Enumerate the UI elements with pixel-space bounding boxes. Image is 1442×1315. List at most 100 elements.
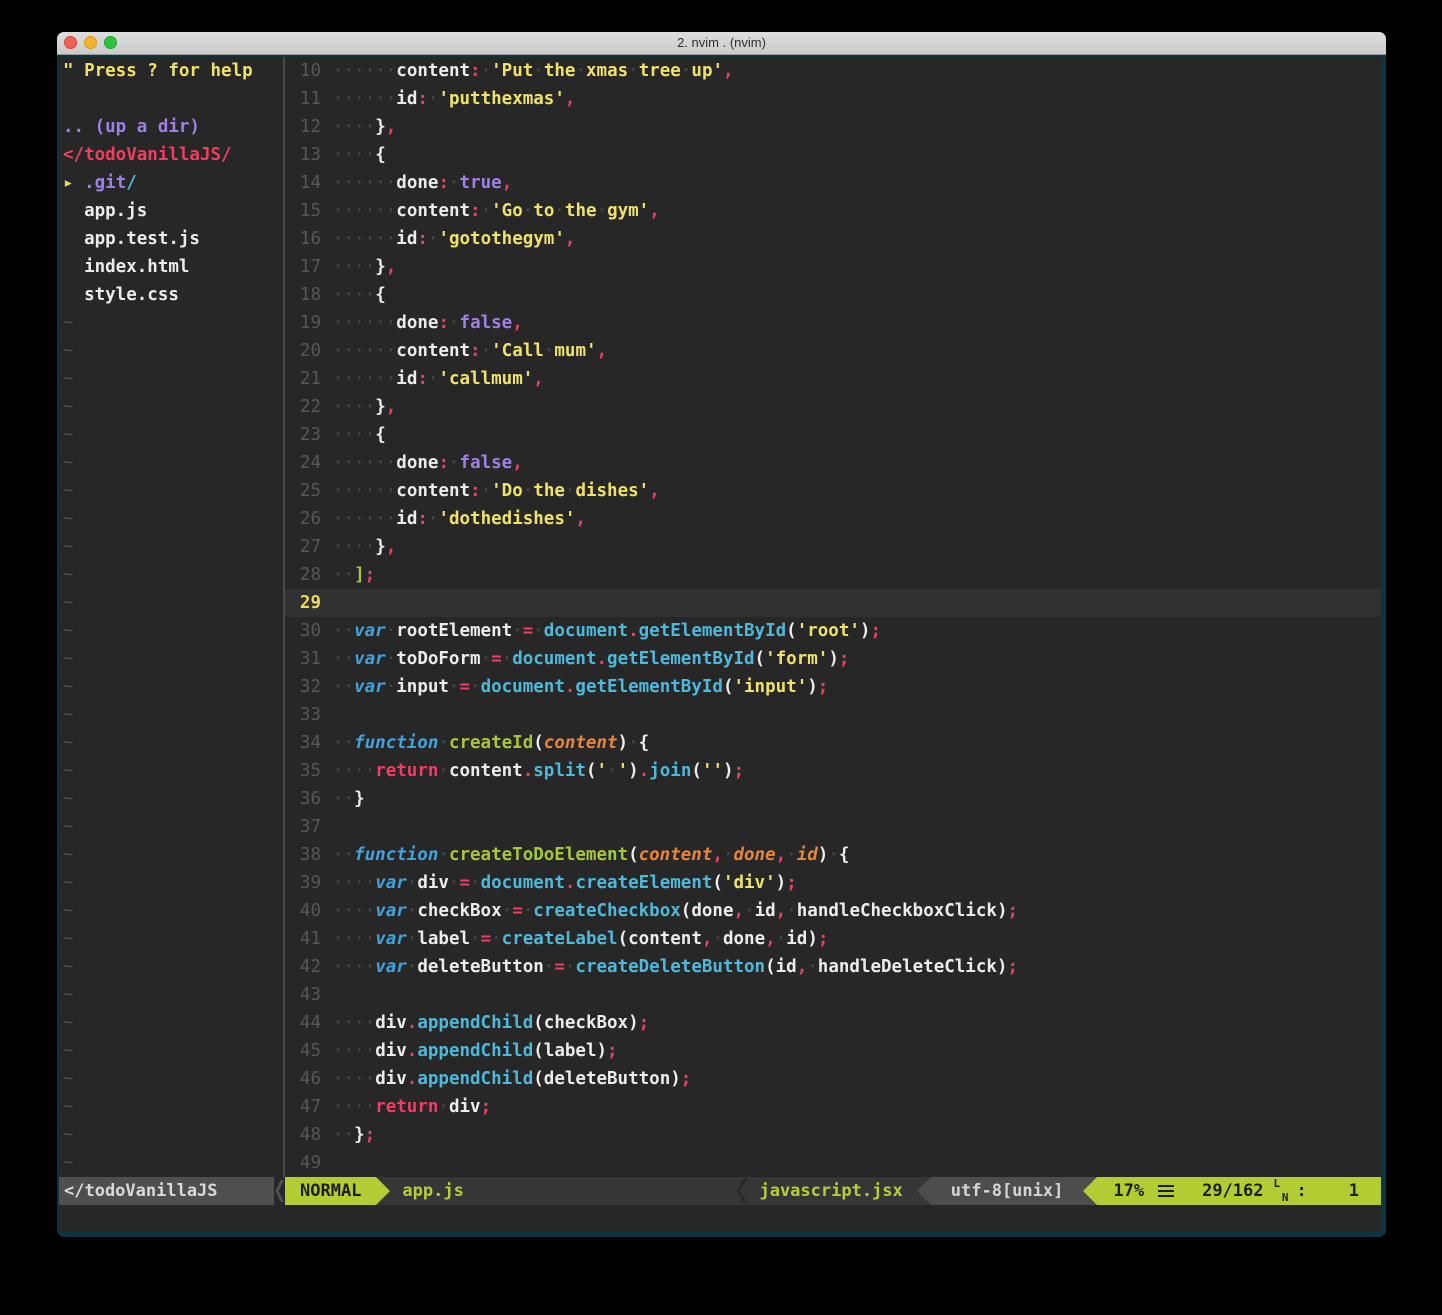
line-text: ····{: [333, 421, 386, 449]
code-line[interactable]: 49: [285, 1149, 1381, 1177]
line-number: 13: [285, 141, 321, 169]
line-number: 26: [285, 505, 321, 533]
code-line[interactable]: 46 ····div.appendChild(deleteButton);: [285, 1065, 1381, 1093]
code-line[interactable]: 34··function·createId(content)·{: [285, 729, 1381, 757]
code-line[interactable]: 16······id:·'gotothegym',: [285, 225, 1381, 253]
window-title: 2. nvim . (nvim): [57, 32, 1386, 54]
empty-buffer-tilde: ~: [63, 477, 283, 505]
code-line[interactable]: 37: [285, 813, 1381, 841]
line-number: 46: [285, 1065, 321, 1093]
code-buffer[interactable]: 10······content:·'Put·the·xmas·tree·up',…: [285, 57, 1381, 1177]
code-line[interactable]: 41····var·label·=·createLabel(content,·d…: [285, 925, 1381, 953]
code-line[interactable]: 13····{: [285, 141, 1381, 169]
netrw-file-appjs[interactable]: app.js: [63, 197, 283, 225]
code-line[interactable]: 27····},: [285, 533, 1381, 561]
code-line-cursor[interactable]: 29: [285, 589, 1381, 617]
line-number: 28: [285, 561, 321, 589]
code-line[interactable]: 21······id:·'callmum',: [285, 365, 1381, 393]
line-text: ······done:·false,: [333, 309, 523, 337]
line-text: ····},: [333, 533, 396, 561]
sidebar-statusline-label: </todoVanillaJS: [59, 1177, 274, 1205]
empty-buffer-tilde: ~: [63, 1121, 283, 1149]
powerline-arrow-right-icon: [376, 1177, 390, 1205]
code-line[interactable]: 30··var·rootElement·=·document.getElemen…: [285, 617, 1381, 645]
line-number: 16: [285, 225, 321, 253]
code-line[interactable]: 39····var·div·=·document.createElement('…: [285, 869, 1381, 897]
line-text: ······done:·false,: [333, 449, 523, 477]
code-line[interactable]: 18····{: [285, 281, 1381, 309]
netrw-file-style[interactable]: style.css: [63, 281, 283, 309]
code-line[interactable]: 17····},: [285, 253, 1381, 281]
command-line: [59, 1205, 1381, 1232]
empty-buffer-tilde: ~: [63, 1009, 283, 1037]
line-text: ··function·createToDoElement(content,·do…: [333, 841, 849, 869]
code-line[interactable]: 12····},: [285, 113, 1381, 141]
empty-buffer-tilde: ~: [63, 505, 283, 533]
position-segment: 17% 29/162 LN : 1: [1097, 1177, 1381, 1205]
empty-buffer-tilde: ~: [63, 393, 283, 421]
line-number: 19: [285, 309, 321, 337]
code-line[interactable]: 23····{: [285, 421, 1381, 449]
code-line[interactable]: 25······content:·'Do·the·dishes',: [285, 477, 1381, 505]
empty-buffer-tilde: ~: [63, 449, 283, 477]
empty-buffer-tilde: ~: [63, 841, 283, 869]
code-line[interactable]: 10······content:·'Put·the·xmas·tree·up',: [285, 57, 1381, 85]
code-line[interactable]: 24······done:·false,: [285, 449, 1381, 477]
line-text: ··function·createId(content)·{: [333, 729, 649, 757]
netrw-tree-root: </todoVanillaJS/: [63, 141, 283, 169]
line-text: ····},: [333, 393, 396, 421]
code-line[interactable]: 36··}: [285, 785, 1381, 813]
line-text: ····return·content.split('·').join('');: [333, 757, 744, 785]
titlebar[interactable]: 2. nvim . (nvim): [57, 32, 1386, 55]
code-line[interactable]: 11······id:·'putthexmas',: [285, 85, 1381, 113]
netrw-dir-git[interactable]: ▸ .git/: [63, 169, 283, 197]
terminal-window: 2. nvim . (nvim) " Press ? for help .. (…: [57, 32, 1386, 1237]
code-line[interactable]: 42····var·deleteButton·=·createDeleteBut…: [285, 953, 1381, 981]
empty-buffer-tilde: ~: [63, 785, 283, 813]
code-line[interactable]: 35 ····return·content.split('·').join('')…: [285, 757, 1381, 785]
code-line[interactable]: 22····},: [285, 393, 1381, 421]
netrw-file-apptest[interactable]: app.test.js: [63, 225, 283, 253]
line-text: ····div.appendChild(deleteButton);: [333, 1065, 691, 1093]
code-line[interactable]: 14······done:·true,: [285, 169, 1381, 197]
code-line[interactable]: 40····var·checkBox·=·createCheckbox(done…: [285, 897, 1381, 925]
netrw-help: " Press ? for help: [63, 57, 283, 85]
line-number: 35: [285, 757, 321, 785]
code-line[interactable]: 33: [285, 701, 1381, 729]
sidebar-statusline: </todoVanillaJS: [59, 1177, 285, 1205]
line-number: 33: [285, 701, 321, 729]
line-text: ··var·toDoForm·=·document.getElementById…: [333, 645, 849, 673]
powerline-arrow-left-icon: [917, 1177, 931, 1205]
code-line[interactable]: 28··];: [285, 561, 1381, 589]
code-line[interactable]: 43: [285, 981, 1381, 1009]
empty-buffer-tilde: ~: [63, 309, 283, 337]
code-line[interactable]: 48··};: [285, 1121, 1381, 1149]
code-line[interactable]: 20······content:·'Call·mum',: [285, 337, 1381, 365]
line-number: 37: [285, 813, 321, 841]
code-line[interactable]: 31··var·toDoForm·=·document.getElementBy…: [285, 645, 1381, 673]
code-line[interactable]: 26······id:·'dothedishes',: [285, 505, 1381, 533]
netrw-up-dir[interactable]: .. (up a dir): [63, 113, 283, 141]
code-line[interactable]: 45····div.appendChild(label);: [285, 1037, 1381, 1065]
code-line[interactable]: 15······content:·'Go·to·the·gym',: [285, 197, 1381, 225]
line-text: ······content:·'Call·mum',: [333, 337, 607, 365]
empty-buffer-tilde: ~: [63, 561, 283, 589]
code-line[interactable]: 32··var·input·=·document.getElementById(…: [285, 673, 1381, 701]
line-number: 21: [285, 365, 321, 393]
code-line[interactable]: 47····return·div;: [285, 1093, 1381, 1121]
line-number: 38: [285, 841, 321, 869]
line-text: ····div.appendChild(checkBox);: [333, 1009, 649, 1037]
netrw-sidebar[interactable]: " Press ? for help .. (up a dir)</todoVa…: [59, 57, 283, 1177]
empty-buffer-tilde: ~: [63, 869, 283, 897]
line-position: 29/162: [1202, 1177, 1263, 1205]
code-line[interactable]: 38 ··function·createToDoElement(content,·…: [285, 841, 1381, 869]
line-text: ··var·input·=·document.getElementById('i…: [333, 673, 828, 701]
code-line[interactable]: 44 ····div.appendChild(checkBox);: [285, 1009, 1381, 1037]
netrw-file-index[interactable]: index.html: [63, 253, 283, 281]
line-number: 44: [285, 1009, 321, 1037]
line-text: ····var·deleteButton·=·createDeleteButto…: [333, 953, 1018, 981]
line-text: ····var·label·=·createLabel(content,·don…: [333, 925, 828, 953]
empty-buffer-tilde: ~: [63, 813, 283, 841]
line-number: 47: [285, 1093, 321, 1121]
code-line[interactable]: 19 ······done:·false,: [285, 309, 1381, 337]
